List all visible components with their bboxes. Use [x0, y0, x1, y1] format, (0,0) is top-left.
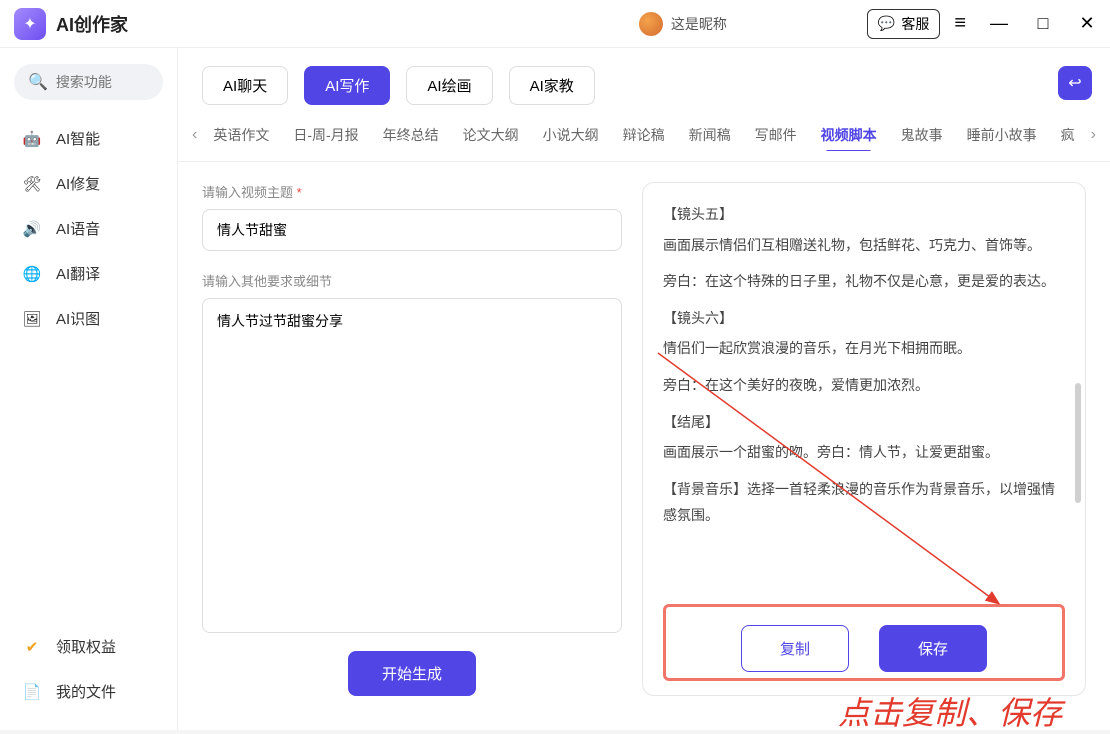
sidebar-item-benefits[interactable]: ✔ 领取权益	[14, 624, 163, 669]
sidebar-item-ai-voice[interactable]: 🔊 AI语音	[14, 206, 163, 251]
output-body[interactable]: 【镜头五】画面展示情侣们互相赠送礼物，包括鲜花、巧克力、首饰等。旁白：在这个特殊…	[663, 201, 1065, 594]
scrollbar-thumb[interactable]	[1075, 383, 1081, 503]
copy-button[interactable]: 复制	[741, 625, 849, 672]
details-label: 请输入其他要求或细节	[202, 271, 622, 290]
search-icon: 🔍	[28, 72, 48, 92]
back-button[interactable]: ↩	[1058, 66, 1092, 100]
sidebar-item-label: AI智能	[56, 128, 100, 149]
output-pane: 【镜头五】画面展示情侣们互相赠送礼物，包括鲜花、巧克力、首饰等。旁白：在这个特殊…	[642, 182, 1086, 696]
image-icon: 🖼	[22, 309, 42, 329]
topic-input[interactable]	[202, 209, 622, 251]
category-item[interactable]: 疯	[1061, 125, 1075, 145]
sidebar-item-ai-repair[interactable]: 🛠 AI修复	[14, 161, 163, 206]
category-item[interactable]: 新闻稿	[689, 125, 731, 145]
file-icon: 📄	[22, 682, 42, 702]
category-scroll: ‹ 英语作文 日-周-月报 年终总结 论文大纲 小说大纲 辩论稿 新闻稿 写邮件 视频脚本 鬼故事…	[178, 119, 1110, 162]
sidebar-item-ai-image[interactable]: 🖼 AI识图	[14, 296, 163, 341]
workspace: 请输入视频主题 * 请输入其他要求或细节 开始生成 【镜头五】画面展示情侣们互相…	[178, 162, 1110, 716]
output-text: 旁白：在这个特殊的日子里，礼物不仅是心意，更是爱的表达。	[663, 268, 1065, 295]
category-item[interactable]: 睡前小故事	[967, 125, 1037, 145]
output-block: 旁白：在这个特殊的日子里，礼物不仅是心意，更是爱的表达。	[663, 268, 1065, 295]
output-block: 【背景音乐】选择一首轻柔浪漫的音乐作为背景音乐，以增强情感氛围。	[663, 476, 1065, 529]
help-label: 客服	[901, 14, 929, 34]
close-button[interactable]: ✕	[1078, 13, 1096, 34]
sidebar-item-label: 我的文件	[56, 681, 116, 702]
voice-icon: 🔊	[22, 219, 42, 239]
output-heading: 【结尾】	[663, 409, 1065, 436]
output-text: 旁白：在这个美好的夜晚，爱情更加浓烈。	[663, 372, 1065, 399]
sidebar-item-label: AI识图	[56, 308, 100, 329]
gift-icon: ✔	[22, 637, 42, 657]
output-heading: 【镜头六】	[663, 305, 1065, 332]
search-box[interactable]: 🔍	[14, 64, 163, 100]
sidebar-item-label: AI语音	[56, 218, 100, 239]
category-item[interactable]: 视频脚本	[821, 125, 877, 145]
output-text: 画面展示情侣们互相赠送礼物，包括鲜花、巧克力、首饰等。	[663, 232, 1065, 259]
app-title: AI创作家	[56, 11, 128, 37]
output-block: 【镜头六】情侣们一起欣赏浪漫的音乐，在月光下相拥而眠。	[663, 305, 1065, 362]
menu-icon[interactable]: ≡	[954, 12, 966, 35]
minimize-button[interactable]: —	[990, 13, 1008, 34]
mode-tabs: AI聊天 AI写作 AI绘画 AI家教	[178, 66, 1110, 119]
sidebar-item-files[interactable]: 📄 我的文件	[14, 669, 163, 714]
sidebar-item-ai-smart[interactable]: 🤖 AI智能	[14, 116, 163, 161]
topic-label: 请输入视频主题 *	[202, 182, 622, 201]
sidebar-item-ai-translate[interactable]: 🌐 AI翻译	[14, 251, 163, 296]
user-area[interactable]: 这是昵称	[639, 12, 727, 36]
input-pane: 请输入视频主题 * 请输入其他要求或细节 开始生成	[202, 182, 622, 696]
category-item[interactable]: 日-周-月报	[293, 125, 358, 145]
content-area: ↩ AI聊天 AI写作 AI绘画 AI家教 ‹ 英语作文 日-周-月报 年终总结 论文…	[178, 48, 1110, 730]
output-text: 【背景音乐】选择一首轻柔浪漫的音乐作为背景音乐，以增强情感氛围。	[663, 476, 1065, 529]
titlebar: ✦ AI创作家 这是昵称 💬 客服 ≡ — □ ✕	[0, 0, 1110, 48]
chat-icon: 💬	[878, 15, 895, 32]
nickname: 这是昵称	[671, 14, 727, 34]
main-area: 🔍 🤖 AI智能 🛠 AI修复 🔊 AI语音 🌐 AI翻译 🖼 AI识图 ✔ 领…	[0, 48, 1110, 730]
category-item[interactable]: 鬼故事	[901, 125, 943, 145]
output-text: 画面展示一个甜蜜的吻。旁白：情人节，让爱更甜蜜。	[663, 439, 1065, 466]
sidebar: 🔍 🤖 AI智能 🛠 AI修复 🔊 AI语音 🌐 AI翻译 🖼 AI识图 ✔ 领…	[0, 48, 178, 730]
category-item[interactable]: 年终总结	[383, 125, 439, 145]
chevron-right-icon[interactable]: ›	[1087, 126, 1100, 144]
sidebar-item-label: AI翻译	[56, 263, 100, 284]
sidebar-item-label: 领取权益	[56, 636, 116, 657]
generate-button[interactable]: 开始生成	[348, 651, 476, 696]
output-block: 【结尾】画面展示一个甜蜜的吻。旁白：情人节，让爱更甜蜜。	[663, 409, 1065, 466]
help-button[interactable]: 💬 客服	[867, 9, 940, 39]
repair-icon: 🛠	[22, 174, 42, 194]
output-block: 【镜头五】画面展示情侣们互相赠送礼物，包括鲜花、巧克力、首饰等。	[663, 201, 1065, 258]
action-row: 复制 保存	[663, 604, 1065, 681]
tab-ai-draw[interactable]: AI绘画	[406, 66, 492, 105]
bot-icon: 🤖	[22, 129, 42, 149]
category-item[interactable]: 论文大纲	[463, 125, 519, 145]
app-logo: ✦	[14, 8, 46, 40]
category-item[interactable]: 写邮件	[755, 125, 797, 145]
maximize-button[interactable]: □	[1034, 13, 1052, 34]
category-item[interactable]: 英语作文	[213, 125, 269, 145]
translate-icon: 🌐	[22, 264, 42, 284]
output-block: 旁白：在这个美好的夜晚，爱情更加浓烈。	[663, 372, 1065, 399]
search-input[interactable]	[56, 74, 149, 90]
avatar	[639, 12, 663, 36]
category-item[interactable]: 辩论稿	[623, 125, 665, 145]
output-heading: 【镜头五】	[663, 201, 1065, 228]
category-item[interactable]: 小说大纲	[543, 125, 599, 145]
tab-ai-chat[interactable]: AI聊天	[202, 66, 288, 105]
details-textarea[interactable]	[202, 298, 622, 633]
output-text: 情侣们一起欣赏浪漫的音乐，在月光下相拥而眠。	[663, 335, 1065, 362]
save-button[interactable]: 保存	[879, 625, 987, 672]
tab-ai-tutor[interactable]: AI家教	[509, 66, 595, 105]
tab-ai-write[interactable]: AI写作	[304, 66, 390, 105]
chevron-left-icon[interactable]: ‹	[188, 126, 201, 144]
sidebar-item-label: AI修复	[56, 173, 100, 194]
